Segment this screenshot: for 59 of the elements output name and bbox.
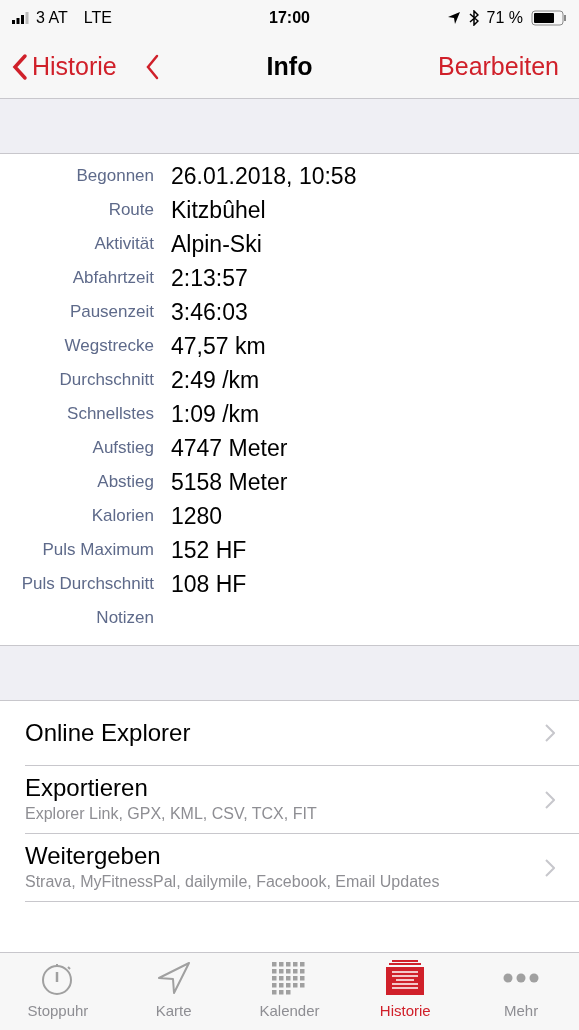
detail-value: 3:46:03: [171, 297, 248, 327]
detail-value: Kitzbûhel: [171, 195, 266, 225]
detail-label: Kalorien: [90, 505, 154, 528]
tab-item[interactable]: Mehr: [463, 953, 579, 1030]
action-subtitle: Strava, MyFitnessPal, dailymile, Facebook, Email Updates: [25, 871, 441, 892]
detail-value: 1:09 /km: [171, 399, 260, 429]
detail-label: Begonnen: [75, 165, 154, 188]
action-subtitle: Explorer Link, GPX, KML, CSV, TCX, FIT: [25, 803, 318, 824]
action-title: Online Explorer: [25, 719, 192, 747]
detail-label: Notizen: [95, 607, 154, 630]
nav-title: Info: [266, 51, 313, 83]
tab-item[interactable]: Karte: [115, 953, 232, 1030]
chevron-right-icon: [545, 858, 555, 877]
location-arrow-icon: [155, 960, 192, 997]
detail-label: Aufstieg: [91, 437, 154, 460]
detail-label: Puls Maximum: [41, 539, 154, 562]
tab-item[interactable]: Historie: [347, 953, 464, 1030]
detail-label: Durchschnitt: [58, 369, 154, 392]
action-title: Weitergeben: [25, 841, 162, 870]
detail-value: 108 HF: [171, 569, 247, 599]
network-text: LTE: [83, 8, 112, 28]
detail-value: 4747 Meter: [171, 433, 288, 463]
detail-value: 2:49 /km: [171, 365, 260, 395]
detail-value: 2:13:57: [171, 263, 248, 293]
action-row[interactable]: Weitergeben Strava, MyFitnessPal, dailymile, Facebook, Email Updates: [25, 834, 579, 902]
action-title: Exportieren: [25, 773, 149, 802]
action-row[interactable]: Online Explorer: [25, 701, 579, 766]
battery-icon: [531, 10, 567, 26]
detail-value: 47,57 km: [171, 331, 266, 361]
detail-value: 152 HF: [171, 535, 247, 565]
chevron-right-icon: [545, 724, 555, 742]
chevron-right-icon: [545, 790, 555, 809]
detail-label: Aktivität: [93, 233, 154, 256]
previous-button[interactable]: [144, 54, 159, 80]
detail-label: Wegstrecke: [63, 335, 154, 358]
battery-text: 71 %: [486, 8, 523, 28]
detail-label: Abfahrtzeit: [71, 267, 154, 290]
carrier-text: 3 AT: [36, 8, 68, 28]
signal-icon: [12, 12, 32, 24]
edit-button[interactable]: Bearbeiten: [438, 48, 559, 86]
detail-label: Pausenzeit: [68, 301, 154, 324]
detail-label: Puls Durchschnitt: [20, 573, 154, 596]
detail-value: 26.01.2018, 10:58: [171, 161, 357, 191]
tab-item[interactable]: Kalender: [231, 953, 348, 1030]
detail-value: 5158 Meter: [171, 467, 288, 497]
detail-label: Schnellstes: [66, 403, 154, 426]
chevron-left-icon: [144, 54, 159, 80]
detail-label: Route: [107, 199, 154, 222]
detail-value: 1280: [171, 501, 223, 531]
bluetooth-icon: [468, 10, 479, 26]
tab-item[interactable]: Stoppuhr: [0, 953, 116, 1030]
chevron-left-icon: [12, 53, 28, 81]
clock-text: 17:00: [269, 8, 310, 28]
action-row[interactable]: Exportieren Explorer Link, GPX, KML, CSV, TCX, FIT: [25, 766, 579, 834]
detail-label: Abstieg: [96, 471, 154, 494]
location-icon: [446, 11, 461, 25]
back-button[interactable]: Historie: [12, 48, 117, 86]
list-stack-icon: [384, 960, 427, 997]
detail-value: Alpin-Ski: [171, 229, 262, 259]
